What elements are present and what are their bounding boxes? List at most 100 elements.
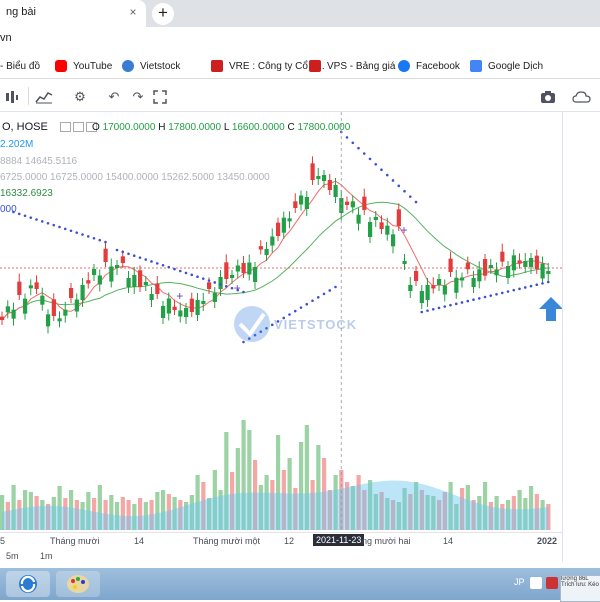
candle-body (540, 263, 545, 279)
sar-dot (173, 267, 176, 271)
sar-dot (155, 262, 159, 265)
sar-dot (380, 168, 383, 171)
cross-marker: + (401, 223, 408, 237)
candle-body (264, 249, 269, 255)
close-tab-icon[interactable]: × (126, 5, 140, 19)
price-scale[interactable] (562, 112, 600, 562)
bookmark-facebook[interactable]: Facebook (398, 59, 460, 73)
sar-dot (546, 280, 550, 284)
candle-body (402, 261, 407, 264)
bookmark-vps[interactable]: VPS - Bảng giá (309, 59, 395, 73)
sar-dot (437, 306, 441, 310)
candle-body (477, 269, 482, 282)
sar-dot (489, 294, 493, 297)
taskbar-app-paint[interactable] (56, 571, 100, 597)
candle-body (86, 280, 91, 284)
candle-body (103, 248, 108, 262)
notification-text: lượng 86L Trích lưu: Kéo (561, 576, 599, 588)
candle-body (218, 277, 223, 289)
notification-popup[interactable]: lượng 86L Trích lưu: Kéo (560, 575, 600, 602)
candle-body (488, 265, 493, 268)
bookmark-google-translate[interactable]: Google Dịch (470, 59, 543, 73)
eye-icon[interactable] (60, 122, 71, 132)
sar-dot (357, 146, 360, 150)
candle-body (281, 217, 286, 233)
browser-tab[interactable]: ng bài × (0, 0, 146, 27)
candle-body (207, 282, 212, 289)
candle-body (379, 222, 384, 229)
sar-dot (334, 285, 337, 289)
sar-dot (167, 265, 171, 269)
cloud-upload-icon[interactable] (570, 86, 594, 107)
sar-dot (17, 212, 21, 216)
windows-taskbar: JP (0, 568, 600, 600)
time-label: 14 (443, 536, 454, 546)
candle-body (523, 261, 528, 267)
candle-body (46, 314, 51, 327)
candle-body (437, 279, 442, 285)
candle-body (17, 281, 22, 295)
sar-dot (184, 271, 188, 275)
candle-body (442, 285, 447, 295)
vre-icon (211, 60, 223, 72)
sar-dot (150, 260, 153, 263)
taskbar-app-sync[interactable] (6, 571, 50, 597)
symbol-label: O, HOSE (2, 121, 48, 133)
bookmark-vre[interactable]: VRE : Công ty Cổ p... (211, 59, 325, 73)
range-button-5m[interactable]: 5m (6, 551, 19, 561)
sar-dot (121, 250, 125, 254)
address-bar-url[interactable]: vn (0, 32, 12, 44)
sar-dot (322, 292, 326, 296)
language-indicator[interactable]: JP (514, 577, 525, 587)
chart-layout-icon[interactable] (32, 86, 56, 107)
bookmark-youtube[interactable]: YouTube (55, 59, 112, 73)
sar-dot (449, 303, 452, 307)
fullscreen-icon[interactable] (148, 86, 172, 107)
sar-dot (242, 290, 245, 294)
candle-style-icon[interactable] (0, 86, 24, 107)
candle-body (293, 201, 298, 208)
sar-dot (29, 216, 33, 219)
sar-dot (81, 233, 84, 236)
candle-body (97, 275, 102, 285)
sar-dot (69, 229, 73, 233)
candle-body (241, 263, 246, 273)
tray-app-icon[interactable] (546, 577, 558, 589)
sar-dot (351, 141, 355, 145)
redo-icon[interactable]: ↷ (126, 86, 150, 107)
candle-body (333, 185, 338, 197)
settings-icon[interactable] (73, 122, 84, 132)
camera-icon[interactable] (536, 86, 560, 107)
sar-dot (431, 307, 435, 311)
sar-dot (518, 287, 521, 291)
candle-body (178, 310, 183, 317)
candle-body (327, 180, 332, 190)
google-translate-icon (470, 60, 482, 72)
gear-icon[interactable]: ⚙ (68, 86, 92, 107)
range-button-1m[interactable]: 1m (40, 551, 53, 561)
sar-dot (63, 227, 67, 231)
candle-body (500, 251, 505, 262)
tray-keyboard-icon[interactable] (530, 577, 542, 589)
sar-dot (40, 220, 44, 223)
sar-dot (86, 235, 90, 238)
bookmark-chart[interactable]: - Biểu đồ (0, 59, 40, 73)
candle-body (126, 278, 131, 287)
time-label: 14 (134, 536, 145, 546)
sar-dot (46, 221, 50, 225)
undo-icon[interactable]: ↶ (102, 86, 126, 107)
bookmark-vietstock[interactable]: Vietstock (122, 59, 180, 73)
sar-dot (541, 282, 544, 285)
candle-body (425, 285, 430, 300)
candle-body (460, 277, 465, 281)
sar-dot (454, 302, 458, 306)
address-bar-row (0, 27, 600, 53)
volume-legend: 2.202M (0, 139, 34, 150)
facebook-icon (398, 60, 410, 72)
candle-body (166, 298, 171, 314)
candle-body (80, 285, 85, 300)
low-value: 16600.0000 (231, 122, 285, 133)
new-tab-button[interactable]: + (152, 3, 174, 25)
candle-body (69, 288, 74, 298)
vietstock-icon (122, 60, 134, 72)
